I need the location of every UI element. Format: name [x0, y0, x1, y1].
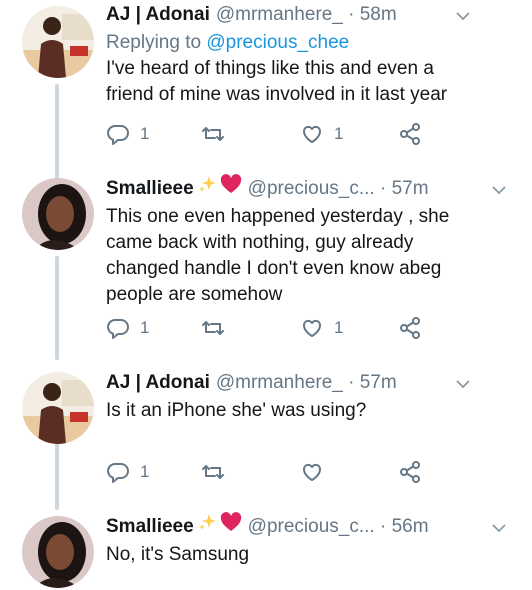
retweet-icon [202, 321, 224, 335]
user-handle[interactable]: @mrmanhere_ [216, 372, 343, 393]
separator-dot: · [342, 372, 360, 393]
tweet-text-line: Is it an iPhone she' was using? [106, 400, 367, 421]
avatar-aj-adonai[interactable] [22, 372, 94, 444]
sparkles-emoji [197, 174, 217, 204]
display-name[interactable]: Smallieee [106, 178, 194, 199]
share-button[interactable] [398, 314, 422, 342]
action-bar: 1 [106, 458, 436, 486]
like-button[interactable] [300, 458, 324, 486]
tweet-header: Smallieee @precious_c... · 57m [106, 174, 512, 204]
share-button[interactable] [398, 458, 422, 486]
reply-count: 1 [140, 462, 150, 481]
timestamp[interactable]: 57m [360, 372, 397, 393]
separator-dot: · [374, 516, 392, 538]
like-count: 1 [334, 124, 344, 143]
user-handle[interactable]: @precious_c... [248, 516, 375, 537]
reply-icon [107, 463, 129, 483]
tweet-header: AJ | Adonai @mrmanhere_ · 57m [106, 368, 512, 398]
tweet-text: This one even happened yesterday , she c… [106, 204, 512, 308]
reply-button[interactable]: 1 [106, 458, 149, 486]
tweet-header: AJ | Adonai @mrmanhere_ · 58m [106, 0, 512, 30]
caret-down-icon[interactable] [492, 512, 506, 542]
replying-label: Replying to [106, 32, 202, 53]
tweet-text-line: This one even happened yesterday , she [106, 206, 450, 227]
thread-line [55, 440, 59, 510]
red-heart-emoji [220, 174, 242, 204]
action-bar: 1 1 [106, 314, 436, 342]
separator-dot: · [342, 4, 360, 25]
avatar-smallieee[interactable] [22, 178, 94, 250]
user-handle[interactable]: @precious_c... [248, 178, 375, 199]
sparkles-emoji [197, 512, 217, 542]
tweet-text-line: changed handle I don't even know abeg [106, 258, 442, 279]
retweet-button[interactable] [201, 314, 225, 342]
tweet-text-line: I've heard of things like this and even … [106, 58, 434, 79]
display-name[interactable]: AJ | Adonai [106, 4, 210, 25]
timestamp[interactable]: 57m [392, 178, 429, 199]
replying-to: Replying to @precious_chee [106, 30, 512, 56]
caret-down-icon[interactable] [456, 368, 470, 398]
tweet-text-line: came back with nothing, guy already [106, 232, 414, 253]
action-bar: 1 1 [106, 120, 436, 148]
tweet-text: Is it an iPhone she' was using? [106, 398, 512, 424]
caret-down-icon[interactable] [492, 174, 506, 204]
reply-count: 1 [140, 318, 150, 337]
reply-icon [107, 125, 129, 145]
tweet-text-line: friend of mine was involved in it last y… [106, 84, 448, 105]
retweet-button[interactable] [201, 458, 225, 486]
share-icon [400, 317, 420, 339]
share-icon [400, 461, 420, 483]
reply-button[interactable]: 1 [106, 120, 149, 148]
tweet-text: No, it's Samsung [106, 542, 512, 568]
retweet-button[interactable] [201, 120, 225, 148]
share-button[interactable] [398, 120, 422, 148]
tweet-text: I've heard of things like this and even … [106, 56, 512, 108]
retweet-icon [202, 127, 224, 141]
like-icon [303, 319, 321, 337]
tweet-header: Smallieee @precious_c... · 56m [106, 512, 512, 542]
caret-down-icon[interactable] [456, 0, 470, 30]
red-heart-emoji [220, 512, 242, 542]
reply-icon [107, 319, 129, 339]
reply-button[interactable]: 1 [106, 314, 149, 342]
thread-line [55, 256, 59, 360]
like-button[interactable]: 1 [300, 120, 343, 148]
like-icon [303, 463, 321, 481]
reply-count: 1 [140, 124, 150, 143]
display-name[interactable]: Smallieee [106, 516, 194, 537]
like-count: 1 [334, 318, 344, 337]
tweet-text-line: people are somehow [106, 284, 283, 305]
tweet-text-line: No, it's Samsung [106, 544, 250, 565]
user-handle[interactable]: @mrmanhere_ [216, 4, 343, 25]
display-name[interactable]: AJ | Adonai [106, 372, 210, 393]
mention-link[interactable]: @precious_chee [206, 32, 349, 53]
share-icon [400, 123, 420, 145]
timestamp[interactable]: 56m [392, 516, 429, 537]
timestamp[interactable]: 58m [360, 4, 397, 25]
retweet-icon [202, 465, 224, 479]
like-button[interactable]: 1 [300, 314, 343, 342]
separator-dot: · [374, 178, 392, 200]
avatar-aj-adonai[interactable] [22, 6, 94, 78]
thread-line [55, 84, 59, 184]
like-icon [303, 125, 321, 143]
avatar-smallieee[interactable] [22, 516, 94, 588]
